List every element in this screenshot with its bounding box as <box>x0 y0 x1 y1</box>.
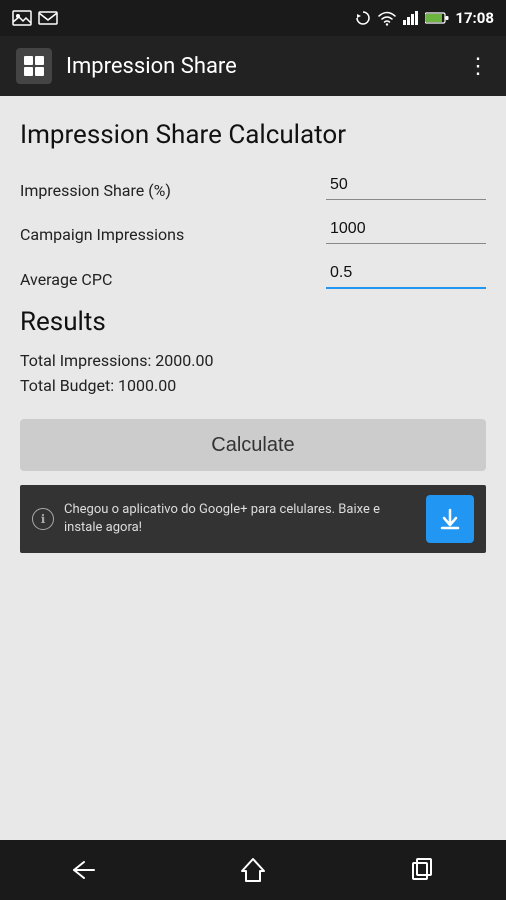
main-content: Impression Share Calculator Impression S… <box>0 96 506 840</box>
status-bar: 17:08 <box>0 0 506 36</box>
app-bar: Impression Share ⋮ <box>0 36 506 96</box>
impression-share-input-wrapper <box>326 174 486 200</box>
ad-banner: ℹ Chegou o aplicativo do Google+ para ce… <box>20 485 486 553</box>
impression-share-label: Impression Share (%) <box>20 181 326 200</box>
signal-icon <box>403 10 419 26</box>
gmail-icon <box>38 10 58 26</box>
back-button[interactable] <box>54 850 114 890</box>
ad-download-button[interactable] <box>426 495 474 543</box>
form-row-impression-share: Impression Share (%) <box>20 174 486 200</box>
average-cpc-input-wrapper <box>326 262 486 289</box>
bottom-nav <box>0 840 506 900</box>
page-title: Impression Share Calculator <box>20 120 486 150</box>
calculate-button[interactable]: Calculate <box>20 419 486 471</box>
ad-info-icon: ℹ <box>32 508 54 530</box>
recents-button[interactable] <box>392 850 452 890</box>
calculate-button-wrapper: Calculate <box>20 419 486 471</box>
home-button[interactable] <box>223 850 283 890</box>
app-icon <box>16 48 52 84</box>
app-bar-title: Impression Share <box>66 54 453 79</box>
total-budget-result: Total Budget: 1000.00 <box>20 376 486 395</box>
status-bar-right: 17:08 <box>355 9 494 27</box>
campaign-impressions-label: Campaign Impressions <box>20 225 326 244</box>
status-time: 17:08 <box>455 9 494 27</box>
back-icon <box>70 858 98 882</box>
form-row-campaign-impressions: Campaign Impressions <box>20 218 486 244</box>
battery-icon <box>425 11 449 25</box>
average-cpc-input[interactable] <box>326 262 486 284</box>
impression-share-input[interactable] <box>326 174 486 196</box>
form-row-average-cpc: Average CPC <box>20 262 486 289</box>
more-options-button[interactable]: ⋮ <box>467 54 490 79</box>
results-title: Results <box>20 307 486 337</box>
total-impressions-result: Total Impressions: 2000.00 <box>20 351 486 370</box>
wifi-icon <box>377 10 397 26</box>
status-bar-left <box>12 10 58 26</box>
ad-text: Chegou o aplicativo do Google+ para celu… <box>64 501 416 537</box>
rotate-icon <box>355 10 371 26</box>
campaign-impressions-input[interactable] <box>326 218 486 240</box>
download-arrow-icon <box>439 508 461 530</box>
average-cpc-label: Average CPC <box>20 270 326 289</box>
picture-icon <box>12 10 32 26</box>
home-icon <box>240 857 266 883</box>
campaign-impressions-input-wrapper <box>326 218 486 244</box>
recents-icon <box>409 857 435 883</box>
